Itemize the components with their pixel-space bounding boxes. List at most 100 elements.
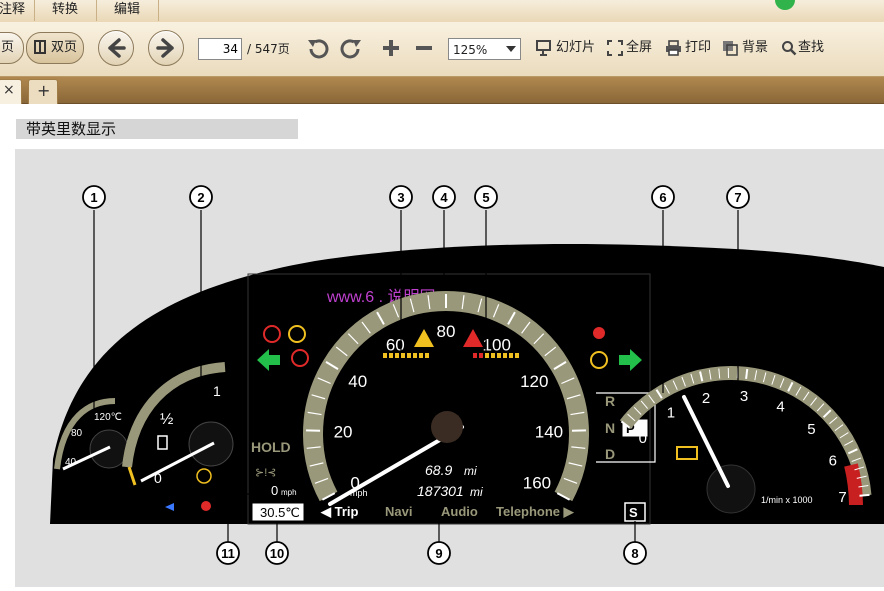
trip-unit: mi bbox=[464, 464, 477, 478]
sport-mode-label: S bbox=[629, 505, 638, 520]
page-number-input[interactable] bbox=[198, 38, 242, 60]
zoom-out-icon[interactable] bbox=[413, 37, 435, 59]
callout-label: 4 bbox=[440, 190, 448, 205]
tachometer-label: 3 bbox=[740, 388, 748, 405]
menu-tab-strip: 注释 转换 编辑 bbox=[0, 0, 884, 23]
rotate-left-icon[interactable] bbox=[305, 36, 331, 62]
warning-bar bbox=[425, 353, 429, 358]
fullscreen-icon bbox=[607, 40, 623, 56]
double-page-icon bbox=[34, 40, 46, 54]
tachometer-hub bbox=[707, 465, 755, 513]
tachometer-label: 4 bbox=[776, 399, 784, 416]
tachometer-tick bbox=[746, 369, 747, 379]
callout-marker: 1 bbox=[83, 186, 105, 208]
arrow-right-icon bbox=[149, 31, 183, 65]
distronic-icon: ⊱!⊰ bbox=[255, 467, 277, 479]
odometer-unit: mi bbox=[470, 485, 483, 499]
tab-edit[interactable]: 编辑 bbox=[96, 0, 159, 21]
tab-convert[interactable]: 转换 bbox=[34, 0, 97, 21]
callout-marker: 4 bbox=[433, 186, 455, 208]
warning-bar bbox=[401, 353, 405, 358]
callout-label: 10 bbox=[270, 546, 284, 561]
instrument-cluster-illustration: www.6 . 说明网 020406080100120140160 mph 68… bbox=[15, 149, 884, 587]
zoom-select[interactable]: 125% bbox=[448, 38, 521, 60]
speedometer-label: 120 bbox=[520, 372, 548, 391]
zoom-value: 125% bbox=[453, 40, 487, 60]
warning-bar bbox=[491, 353, 495, 358]
outside-temperature: 30.5℃ bbox=[260, 505, 300, 520]
callout-marker: 5 bbox=[475, 186, 497, 208]
document-tab-bar: × + bbox=[0, 77, 884, 104]
callout-label: 9 bbox=[435, 546, 442, 561]
callout-marker: 8 bbox=[624, 542, 646, 564]
tachometer-unit: 1/min x 1000 bbox=[761, 495, 813, 505]
trip-value: 68.9 bbox=[425, 462, 452, 478]
warning-bar bbox=[503, 353, 507, 358]
callout-marker: 3 bbox=[390, 186, 412, 208]
background-icon bbox=[722, 40, 738, 56]
previous-page-button[interactable] bbox=[98, 30, 134, 66]
callout-label: 11 bbox=[221, 546, 235, 561]
fuel-tick-empty: 0 bbox=[154, 470, 162, 486]
gear-r: R bbox=[605, 393, 615, 409]
rotate-right-icon[interactable] bbox=[338, 36, 364, 62]
warning-bar bbox=[509, 353, 513, 358]
menu-trip: ◀ Trip bbox=[320, 504, 359, 519]
speedometer-label: 60 bbox=[386, 335, 405, 354]
gear-n: N bbox=[605, 420, 615, 436]
slideshow-icon bbox=[536, 40, 552, 56]
background-label: 背景 bbox=[742, 38, 768, 58]
single-page-button[interactable]: 页 bbox=[0, 32, 24, 64]
plus-icon: + bbox=[37, 81, 50, 100]
print-label: 打印 bbox=[685, 38, 711, 58]
find-label: 查找 bbox=[798, 38, 824, 58]
callout-marker: 2 bbox=[190, 186, 212, 208]
tachometer-label: 7 bbox=[838, 489, 846, 506]
callout-label: 5 bbox=[482, 190, 489, 205]
seatbelt-icon bbox=[593, 327, 605, 339]
new-tab-button[interactable]: + bbox=[28, 79, 58, 104]
warning-bar bbox=[485, 353, 489, 358]
warning-bar bbox=[515, 353, 519, 358]
warning-bar bbox=[473, 353, 477, 358]
display-speed-value: 0 bbox=[271, 483, 278, 498]
callout-label: 1 bbox=[90, 190, 97, 205]
callout-marker: 11 bbox=[217, 542, 239, 564]
double-page-button[interactable]: 双页 bbox=[26, 32, 84, 64]
double-page-label: 双页 bbox=[51, 38, 77, 58]
tachometer-label: 6 bbox=[829, 452, 837, 469]
document-tab[interactable]: × bbox=[0, 79, 22, 104]
menu-navi: Navi bbox=[385, 504, 412, 519]
coolant-tick-120: 120℃ bbox=[94, 412, 122, 423]
close-icon[interactable]: × bbox=[3, 82, 15, 98]
search-icon bbox=[781, 40, 797, 56]
fuel-tick-full: 1 bbox=[213, 383, 221, 399]
speedometer-label: 20 bbox=[334, 422, 353, 441]
tachometer-label: 5 bbox=[807, 421, 815, 438]
odometer-value: 187301 bbox=[417, 483, 464, 499]
tab-annotate[interactable]: 注释 bbox=[0, 0, 35, 21]
callout-label: 2 bbox=[197, 190, 204, 205]
speedometer-label: 80 bbox=[437, 322, 456, 341]
single-page-label: 页 bbox=[1, 38, 14, 58]
tachometer-label: 2 bbox=[702, 390, 710, 407]
slideshow-label: 幻灯片 bbox=[556, 38, 595, 58]
section-heading: 带英里数显示 bbox=[16, 119, 298, 139]
warning-bar bbox=[395, 353, 399, 358]
hold-label: HOLD bbox=[251, 439, 291, 455]
coolant-tick-40: 40 bbox=[65, 457, 77, 468]
callout-label: 3 bbox=[397, 190, 404, 205]
printer-icon bbox=[665, 40, 682, 56]
tachometer-label: 0 bbox=[639, 430, 647, 447]
speedometer-label: 140 bbox=[535, 422, 563, 441]
tachometer-tick bbox=[860, 495, 870, 496]
callout-marker: 6 bbox=[652, 186, 674, 208]
chevron-down-icon bbox=[506, 46, 516, 52]
display-speed-unit: mph bbox=[281, 488, 297, 497]
warning-bar bbox=[383, 353, 387, 358]
callout-marker: 7 bbox=[727, 186, 749, 208]
zoom-in-icon[interactable] bbox=[380, 37, 402, 59]
speedometer-label: 40 bbox=[348, 372, 367, 391]
next-page-button[interactable] bbox=[148, 30, 184, 66]
warning-bar bbox=[407, 353, 411, 358]
